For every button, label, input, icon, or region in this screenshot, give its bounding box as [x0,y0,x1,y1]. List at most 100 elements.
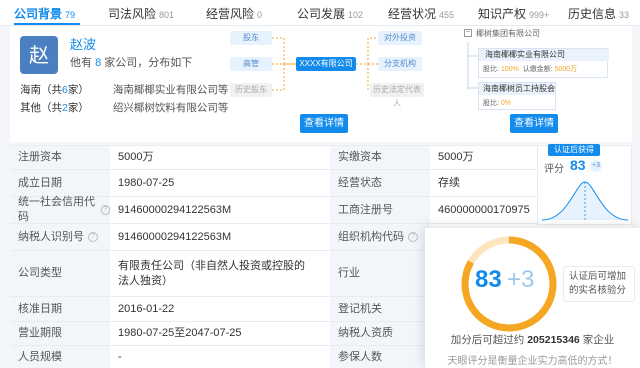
region-company-link[interactable]: 绍兴椰树饮料有限公司等 [113,102,229,114]
equity-parent: 椰树集团有限公司 [476,29,540,38]
score-distribution-curve [541,181,629,221]
tab-judicial-risk[interactable]: 司法风险 801 [108,5,174,23]
equity-child-name: 海南椰椰实业有限公司 [479,49,609,61]
field-label: 纳税人资质 [330,322,430,345]
region-unit: 家） [67,84,89,96]
region-label: 海南（共6家） [20,82,110,97]
tab-count: 801 [159,10,175,20]
exceed-prefix: 加分后可超过约 [450,334,525,346]
ratio-label: 股比: [483,66,499,73]
collapse-icon[interactable]: − [464,29,472,37]
score-value: 83 [570,157,586,173]
ratio-value: 0% [500,100,512,107]
field-label: 注册资本 [10,146,110,169]
score-hint: 认证后可增加的实名核验分 [563,266,635,302]
tab-label: 司法风险 [108,7,157,21]
tab-bar: 公司背景 79 司法风险 801 经营风险 0 公司发展 102 经营状况 455 知识产… [0,0,640,26]
top-panel: 赵 赵波 他有 8 家公司，分布如下 海南（共6家） 海南椰椰实业有限公司等 其… [10,26,632,142]
help-icon[interactable]: ? [408,232,418,242]
field-value: 91460000294122563M [118,230,232,243]
tab-label: 知识产权 [478,7,527,21]
field-value: 91460000294122563M [118,203,232,216]
score-plus: +3 [590,160,602,172]
exceed-count: 205215346 [527,334,580,346]
person-summary: 他有 8 家公司，分布如下 [70,54,192,70]
equity-child-meta: 股比: 0% [483,98,511,108]
ratio-value: 100% [500,66,519,73]
tab-operating-status[interactable]: 经营状况 455 [388,5,454,23]
capital-label: 认缴金额: [522,66,553,73]
diagram-shareholder: 股东 [230,31,272,45]
field-label: 行业 [330,251,430,296]
capital-value: 5000万 [554,66,578,73]
equity-structure: − 椰树集团有限公司 海南椰椰实业有限公司 股比: 100% 认缴金额: 500… [430,26,632,114]
person-name-link[interactable]: 赵波 [70,34,96,53]
equity-child-card[interactable]: 海南椰椰实业有限公司 股比: 100% 认缴金额: 5000万 [478,48,609,78]
ratio-label: 股比: [483,100,499,107]
tab-label: 历史信息 [568,7,617,21]
score-label: 评分 [544,164,564,175]
field-label: 公司类型 [10,251,110,296]
tab-count: 102 [348,10,364,20]
tab-label: 公司背景 [14,7,63,21]
help-icon[interactable]: ? [100,205,110,215]
field-label: 经营状态 [330,170,430,196]
score-big-value: 83 [475,266,502,293]
exceed-suffix: 家企业 [582,334,615,346]
tab-label: 经营状况 [388,7,437,21]
equity-child-meta: 股比: 100% 认缴金额: 5000万 [483,64,577,74]
region-row: 海南（共6家） 海南椰椰实业有限公司等 [20,82,228,97]
diagram-branch: 分支机构 [378,57,422,71]
active-tab-indicator [14,23,80,25]
field-value: 5000万 [118,151,154,163]
field-label: 营业期限 [10,322,110,345]
field-label: 人员规模 [10,346,110,368]
view-detail-button-equity[interactable]: 查看详情 [510,114,558,133]
region-label: 其他（共2家） [20,100,110,115]
summary-prefix: 他有 [70,57,92,69]
tab-history[interactable]: 历史信息 33 [568,5,629,23]
equity-child-card[interactable]: 海南椰树员工持股会 股比: 0% [478,82,556,110]
summary-suffix: 家公司，分布如下 [104,57,193,69]
equity-child-name: 海南椰树员工持股会 [479,83,555,95]
field-label: 实缴资本 [330,146,430,169]
field-value: 1980-07-25至2047-07-25 [118,327,242,339]
tab-count: 33 [619,10,630,20]
tab-operating-risk[interactable]: 经营风险 0 [206,5,262,23]
tab-count: 79 [65,10,76,20]
region-company-link[interactable]: 海南椰椰实业有限公司等 [113,84,229,96]
field-value: 2016-01-22 [118,302,175,315]
field-label: 成立日期 [10,170,110,196]
score-footer: 天眼评分是衡量企业实力高低的方式！ [447,356,618,367]
certify-badge: 认证后获得 [548,144,600,156]
tab-count: 455 [439,10,455,20]
diagram-executive: 高管 [230,57,272,71]
help-icon[interactable]: ? [88,232,98,242]
diagram-investment: 对外投资 [378,31,422,45]
avatar: 赵 [20,36,58,74]
score-popup: 83 +3 认证后可增加的实名核验分 加分后可超过约 205215346 家企业… [425,228,640,368]
field-label: 工商注册号 [330,197,430,223]
tab-company-background[interactable]: 公司背景 79 [14,5,75,23]
relationship-diagram: 股东 高管 历史股东 XXXX有限公司 对外投资 分支机构 历史法定代表人 [228,26,424,114]
tab-intellectual-property[interactable]: 知识产权 999+ [478,5,549,23]
legal-person-card: 赵 赵波 他有 8 家公司，分布如下 海南（共6家） 海南椰椰实业有限公司等 其… [10,26,228,142]
tab-count: 999+ [529,10,550,20]
region-name: 海南（共 [20,84,62,96]
field-value: - [118,350,122,363]
region-unit: 家） [67,102,89,114]
score-mini-card[interactable]: 认证后获得 评分 83 +3 [537,144,632,225]
tab-company-development[interactable]: 公司发展 102 [297,5,363,23]
tab-label: 公司发展 [297,7,346,21]
field-label: 核准日期 [10,297,110,321]
view-detail-button-diagram[interactable]: 查看详情 [300,114,348,133]
field-label: 统一社会信用代码? [10,196,110,223]
region-row: 其他（共2家） 绍兴椰树饮料有限公司等 [20,100,228,115]
score-exceed: 加分后可超过约 205215346 家企业 [425,332,640,347]
tab-label: 经营风险 [206,7,255,21]
diagram-center-company: XXXX有限公司 [296,57,356,71]
field-label: 组织机构代码? [330,224,430,250]
diagram-history-legal: 历史法定代表人 [370,83,424,108]
region-name: 其他（共 [20,102,62,114]
field-label: 登记机关 [330,297,430,321]
